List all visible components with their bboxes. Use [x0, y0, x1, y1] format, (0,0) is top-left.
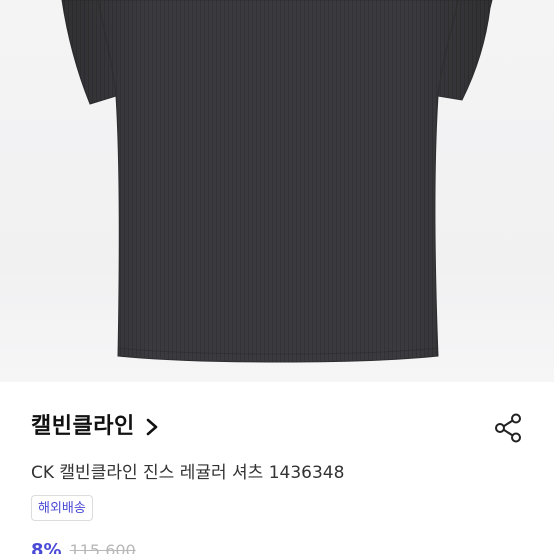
price-row: 8% 115,600 — [31, 540, 136, 554]
share-icon[interactable] — [492, 412, 524, 444]
product-image[interactable] — [0, 0, 554, 382]
brand-name[interactable]: 캘빈클라인 — [31, 412, 135, 442]
discount-rate: 8% — [31, 540, 62, 554]
brand-link[interactable]: 캘빈클라인 — [31, 412, 161, 442]
product-detail-page: 캘빈클라인 CK 캘빈클라인 진스 레귤러 셔츠 1436348 해외배송 8%… — [0, 0, 554, 554]
chevron-right-icon[interactable] — [143, 416, 161, 438]
garment-illustration — [61, 0, 493, 363]
original-price: 115,600 — [69, 541, 136, 554]
product-title: CK 캘빈클라인 진스 레귤러 셔츠 1436348 — [31, 463, 345, 483]
product-info: 캘빈클라인 CK 캘빈클라인 진스 레귤러 셔츠 1436348 해외배송 8%… — [0, 382, 554, 554]
shipping-badge: 해외배송 — [31, 495, 93, 521]
